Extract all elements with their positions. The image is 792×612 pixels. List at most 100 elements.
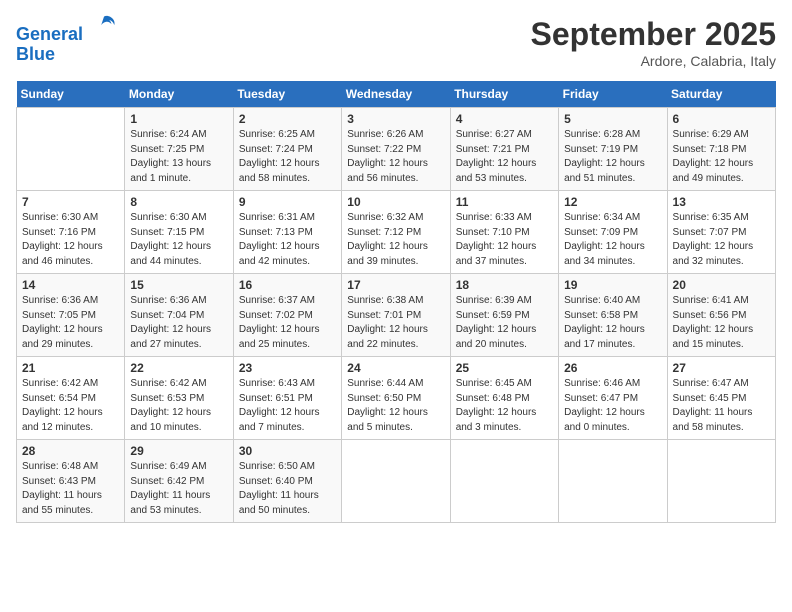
day-info: Sunrise: 6:48 AM Sunset: 6:43 PM Dayligh… xyxy=(22,460,119,518)
calendar-cell: 16 Sunrise: 6:37 AM Sunset: 7:02 PM Dayli… xyxy=(233,274,341,357)
day-info: Sunrise: 6:31 AM Sunset: 7:13 PM Dayligh… xyxy=(239,211,336,269)
day-info: Sunrise: 6:45 AM Sunset: 6:48 PM Dayligh… xyxy=(456,377,553,435)
calendar-cell: 11Sunrise: 6:33 AM Sunset: 7:10 PM Dayli… xyxy=(450,191,558,274)
calendar-week-4: 21 Sunrise: 6:42 AM Sunset: 6:54 PM Dayli… xyxy=(17,357,776,440)
day-number: 23 xyxy=(239,361,336,375)
day-info: Sunrise: 6:42 AM Sunset: 6:54 PM Dayligh… xyxy=(22,377,119,435)
day-number: 10 xyxy=(347,195,444,209)
calendar-cell: 14 Sunrise: 6:36 AM Sunset: 7:05 PM Dayli… xyxy=(17,274,125,357)
calendar-cell: 3 Sunrise: 6:26 AM Sunset: 7:22 PM Daylig… xyxy=(342,108,450,191)
day-number: 2 xyxy=(239,112,336,126)
calendar-cell: 21 Sunrise: 6:42 AM Sunset: 6:54 PM Dayli… xyxy=(17,357,125,440)
calendar-cell: 30Sunrise: 6:50 AM Sunset: 6:40 PM Dayli… xyxy=(233,440,341,523)
day-info: Sunrise: 6:36 AM Sunset: 7:05 PM Dayligh… xyxy=(22,294,119,352)
day-number: 4 xyxy=(456,112,553,126)
day-info: Sunrise: 6:28 AM Sunset: 7:19 PM Dayligh… xyxy=(564,128,661,186)
calendar-cell: 7Sunrise: 6:30 AM Sunset: 7:16 PM Daylig… xyxy=(17,191,125,274)
day-number: 13 xyxy=(673,195,770,209)
calendar-cell: 8Sunrise: 6:30 AM Sunset: 7:15 PM Daylig… xyxy=(125,191,233,274)
day-number: 29 xyxy=(130,444,227,458)
calendar-cell: 25 Sunrise: 6:45 AM Sunset: 6:48 PM Dayli… xyxy=(450,357,558,440)
day-number: 15 xyxy=(130,278,227,292)
day-number: 1 xyxy=(130,112,227,126)
calendar-week-2: 7Sunrise: 6:30 AM Sunset: 7:16 PM Daylig… xyxy=(17,191,776,274)
day-info: Sunrise: 6:33 AM Sunset: 7:10 PM Dayligh… xyxy=(456,211,553,269)
day-number: 3 xyxy=(347,112,444,126)
logo: General Blue xyxy=(16,16,118,65)
day-number: 6 xyxy=(673,112,770,126)
calendar-cell: 6 Sunrise: 6:29 AM Sunset: 7:18 PM Daylig… xyxy=(667,108,775,191)
calendar-cell xyxy=(559,440,667,523)
calendar-cell: 4 Sunrise: 6:27 AM Sunset: 7:21 PM Daylig… xyxy=(450,108,558,191)
weekday-header-thursday: Thursday xyxy=(450,81,558,108)
calendar-cell: 12 Sunrise: 6:34 AM Sunset: 7:09 PM Dayli… xyxy=(559,191,667,274)
day-info: Sunrise: 6:25 AM Sunset: 7:24 PM Dayligh… xyxy=(239,128,336,186)
day-info: Sunrise: 6:44 AM Sunset: 6:50 PM Dayligh… xyxy=(347,377,444,435)
weekday-header-friday: Friday xyxy=(559,81,667,108)
logo-text: General xyxy=(16,16,118,45)
day-info: Sunrise: 6:49 AM Sunset: 6:42 PM Dayligh… xyxy=(130,460,227,518)
day-number: 27 xyxy=(673,361,770,375)
weekday-header-wednesday: Wednesday xyxy=(342,81,450,108)
calendar-week-1: 1 Sunrise: 6:24 AM Sunset: 7:25 PM Daylig… xyxy=(17,108,776,191)
day-number: 21 xyxy=(22,361,119,375)
location-subtitle: Ardore, Calabria, Italy xyxy=(531,53,776,69)
calendar-cell: 20 Sunrise: 6:41 AM Sunset: 6:56 PM Dayli… xyxy=(667,274,775,357)
calendar-cell xyxy=(17,108,125,191)
calendar-cell: 19 Sunrise: 6:40 AM Sunset: 6:58 PM Dayli… xyxy=(559,274,667,357)
calendar-week-5: 28 Sunrise: 6:48 AM Sunset: 6:43 PM Dayli… xyxy=(17,440,776,523)
weekday-header-row: SundayMondayTuesdayWednesdayThursdayFrid… xyxy=(17,81,776,108)
day-number: 12 xyxy=(564,195,661,209)
day-info: Sunrise: 6:24 AM Sunset: 7:25 PM Dayligh… xyxy=(130,128,227,186)
day-number: 19 xyxy=(564,278,661,292)
day-info: Sunrise: 6:27 AM Sunset: 7:21 PM Dayligh… xyxy=(456,128,553,186)
weekday-header-sunday: Sunday xyxy=(17,81,125,108)
calendar-cell: 5Sunrise: 6:28 AM Sunset: 7:19 PM Daylig… xyxy=(559,108,667,191)
calendar-cell: 23Sunrise: 6:43 AM Sunset: 6:51 PM Dayli… xyxy=(233,357,341,440)
logo-line2: Blue xyxy=(16,45,118,65)
weekday-header-tuesday: Tuesday xyxy=(233,81,341,108)
day-number: 28 xyxy=(22,444,119,458)
day-number: 7 xyxy=(22,195,119,209)
calendar-cell: 24Sunrise: 6:44 AM Sunset: 6:50 PM Dayli… xyxy=(342,357,450,440)
day-info: Sunrise: 6:26 AM Sunset: 7:22 PM Dayligh… xyxy=(347,128,444,186)
weekday-header-monday: Monday xyxy=(125,81,233,108)
day-number: 22 xyxy=(130,361,227,375)
calendar-cell: 1 Sunrise: 6:24 AM Sunset: 7:25 PM Daylig… xyxy=(125,108,233,191)
calendar-cell: 29 Sunrise: 6:49 AM Sunset: 6:42 PM Dayli… xyxy=(125,440,233,523)
day-number: 14 xyxy=(22,278,119,292)
day-info: Sunrise: 6:29 AM Sunset: 7:18 PM Dayligh… xyxy=(673,128,770,186)
calendar-body: 1 Sunrise: 6:24 AM Sunset: 7:25 PM Daylig… xyxy=(17,108,776,523)
calendar-cell: 15 Sunrise: 6:36 AM Sunset: 7:04 PM Dayli… xyxy=(125,274,233,357)
day-info: Sunrise: 6:32 AM Sunset: 7:12 PM Dayligh… xyxy=(347,211,444,269)
title-block: September 2025 Ardore, Calabria, Italy xyxy=(531,16,776,69)
month-title: September 2025 xyxy=(531,16,776,53)
day-number: 17 xyxy=(347,278,444,292)
calendar-cell xyxy=(342,440,450,523)
day-number: 25 xyxy=(456,361,553,375)
day-number: 9 xyxy=(239,195,336,209)
page-header: General Blue September 2025 Ardore, Cala… xyxy=(16,16,776,69)
calendar-table: SundayMondayTuesdayWednesdayThursdayFrid… xyxy=(16,81,776,523)
calendar-cell: 2 Sunrise: 6:25 AM Sunset: 7:24 PM Daylig… xyxy=(233,108,341,191)
day-number: 16 xyxy=(239,278,336,292)
calendar-cell: 28 Sunrise: 6:48 AM Sunset: 6:43 PM Dayli… xyxy=(17,440,125,523)
day-info: Sunrise: 6:41 AM Sunset: 6:56 PM Dayligh… xyxy=(673,294,770,352)
day-number: 20 xyxy=(673,278,770,292)
day-info: Sunrise: 6:37 AM Sunset: 7:02 PM Dayligh… xyxy=(239,294,336,352)
day-info: Sunrise: 6:30 AM Sunset: 7:15 PM Dayligh… xyxy=(130,211,227,269)
day-info: Sunrise: 6:39 AM Sunset: 6:59 PM Dayligh… xyxy=(456,294,553,352)
day-info: Sunrise: 6:34 AM Sunset: 7:09 PM Dayligh… xyxy=(564,211,661,269)
day-info: Sunrise: 6:36 AM Sunset: 7:04 PM Dayligh… xyxy=(130,294,227,352)
calendar-cell xyxy=(667,440,775,523)
logo-bird-icon xyxy=(90,12,118,40)
day-info: Sunrise: 6:40 AM Sunset: 6:58 PM Dayligh… xyxy=(564,294,661,352)
calendar-cell: 9 Sunrise: 6:31 AM Sunset: 7:13 PM Daylig… xyxy=(233,191,341,274)
calendar-cell: 10 Sunrise: 6:32 AM Sunset: 7:12 PM Dayli… xyxy=(342,191,450,274)
day-number: 26 xyxy=(564,361,661,375)
calendar-cell: 13 Sunrise: 6:35 AM Sunset: 7:07 PM Dayli… xyxy=(667,191,775,274)
day-info: Sunrise: 6:35 AM Sunset: 7:07 PM Dayligh… xyxy=(673,211,770,269)
calendar-header: SundayMondayTuesdayWednesdayThursdayFrid… xyxy=(17,81,776,108)
day-info: Sunrise: 6:42 AM Sunset: 6:53 PM Dayligh… xyxy=(130,377,227,435)
calendar-cell: 22 Sunrise: 6:42 AM Sunset: 6:53 PM Dayli… xyxy=(125,357,233,440)
